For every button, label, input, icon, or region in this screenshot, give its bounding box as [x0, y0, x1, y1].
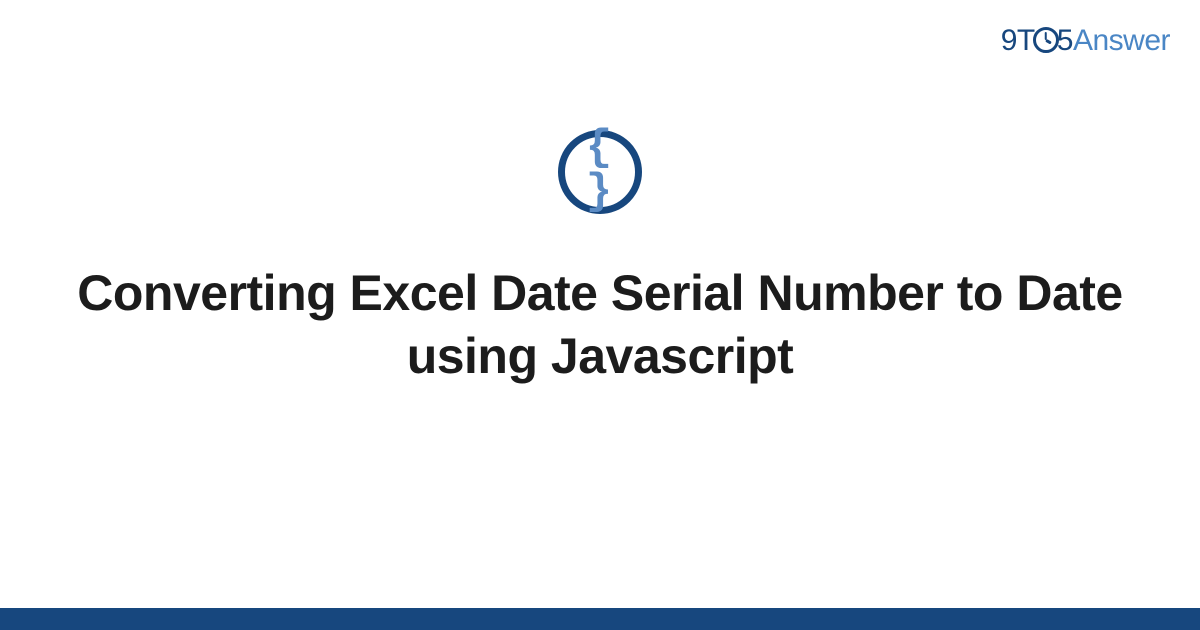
page-title: Converting Excel Date Serial Number to D… — [0, 262, 1200, 387]
braces-glyph: { } — [565, 126, 635, 214]
footer-bar — [0, 608, 1200, 630]
site-logo: 9T 5Answer — [1001, 24, 1170, 58]
logo-text-9t: 9T — [1001, 24, 1035, 57]
code-braces-icon: { } — [558, 130, 642, 214]
main-content: { } Converting Excel Date Serial Number … — [0, 130, 1200, 387]
clock-icon — [1033, 27, 1059, 53]
logo-text-5: 5 — [1057, 24, 1073, 57]
logo-text-answer: Answer — [1073, 24, 1170, 57]
